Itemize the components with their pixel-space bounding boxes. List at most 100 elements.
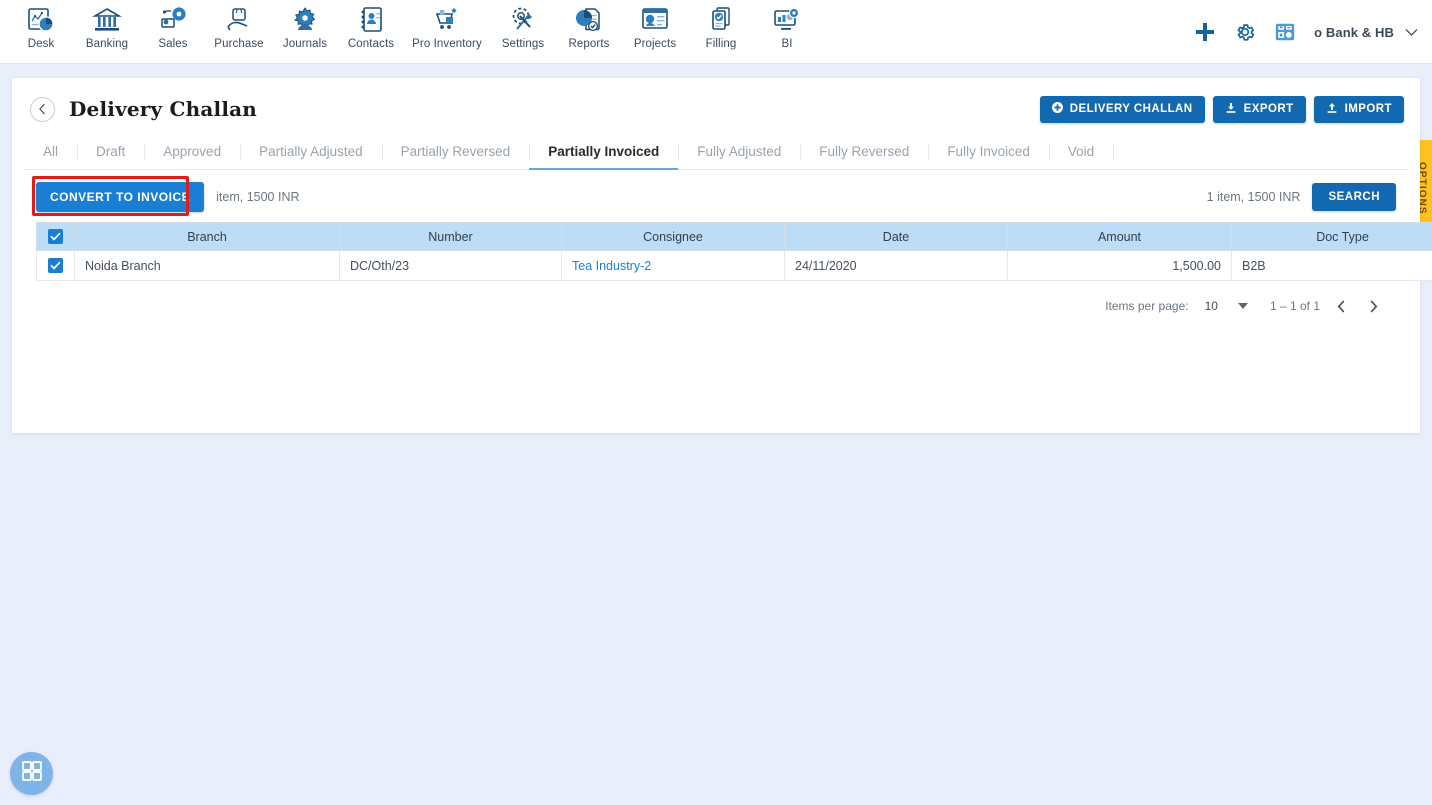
settings-icon [508,5,538,35]
card-header: Delivery Challan DELIVERY CHALLAN EXPORT… [12,78,1420,134]
button-label: DELIVERY CHALLAN [1069,103,1193,115]
sales-icon [158,5,188,35]
purchase-icon [224,5,254,35]
nav-item-banking[interactable]: Banking [74,0,140,50]
nav-item-purchase[interactable]: Purchase [206,0,272,50]
table-row[interactable]: Noida Branch DC/Oth/23 Tea Industry-2 24… [36,250,1432,281]
download-icon [1225,102,1237,117]
items-per-page-value[interactable]: 10 [1205,299,1218,313]
filling-icon [706,5,736,35]
column-header-date[interactable]: Date [784,222,1008,251]
button-label: IMPORT [1344,103,1392,115]
tab-label: Fully Invoiced [947,144,1030,159]
inventory-icon [432,5,462,35]
page-wrapper: OPTIONS Delivery Challan DELIVERY CHALLA… [0,64,1432,433]
tab-void[interactable]: Void [1048,134,1113,169]
top-navigation-bar: Desk Banking Sales Purchase Journals Con… [0,0,1432,64]
delivery-challan-table: Branch Number Consignee Date Amount Doc … [36,222,1432,281]
tab-draft[interactable]: Draft [77,134,144,169]
user-name-label: o Bank & HB [1314,24,1394,40]
tab-divider [1113,142,1115,161]
tab-fully-reversed[interactable]: Fully Reversed [800,134,928,169]
nav-item-pro-inventory[interactable]: Pro Inventory [404,0,490,50]
back-button[interactable] [30,96,55,122]
chevron-down-icon[interactable] [1237,303,1248,309]
items-per-page-label: Items per page: [1105,299,1189,313]
user-menu[interactable]: o Bank & HB [1314,25,1418,40]
projects-icon [640,5,670,35]
tab-label: Partially Reversed [400,144,511,159]
tab-label: Fully Reversed [819,144,910,159]
nav-item-reports[interactable]: Reports [556,0,622,50]
chevron-down-icon [1405,25,1418,40]
nav-item-bi[interactable]: BI [754,0,820,50]
tab-partially-reversed[interactable]: Partially Reversed [381,134,530,169]
bank-icon [92,5,122,35]
column-header-number[interactable]: Number [339,222,562,251]
list-toolbar: CONVERT TO INVOICE item, 1500 INR 1 item… [12,170,1420,222]
import-button[interactable]: IMPORT [1313,95,1404,123]
contacts-icon [356,5,386,35]
new-delivery-challan-button[interactable]: DELIVERY CHALLAN [1039,95,1205,123]
row-select-cell [36,250,75,281]
nav-label: Settings [501,38,545,50]
tab-partially-adjusted[interactable]: Partially Adjusted [240,134,382,169]
reports-icon [574,5,604,35]
tab-fully-invoiced[interactable]: Fully Invoiced [928,134,1049,169]
page-title: Delivery Challan [69,97,258,121]
convert-to-invoice-button[interactable]: CONVERT TO INVOICE [36,182,205,212]
tab-partially-invoiced[interactable]: Partially Invoiced [529,134,679,170]
grid-apps-icon [21,760,43,787]
column-header-branch[interactable]: Branch [74,222,340,251]
nav-label: Sales [158,38,188,50]
tab-fully-adjusted[interactable]: Fully Adjusted [678,134,800,169]
cell-doc-type: B2B [1231,250,1432,281]
table-header-row: Branch Number Consignee Date Amount Doc … [36,222,1432,251]
journals-icon [290,5,320,35]
nav-label: Desk [27,38,55,50]
gear-icon[interactable] [1234,21,1256,43]
tab-all[interactable]: All [24,134,77,169]
next-page-button[interactable] [1362,295,1384,317]
column-header-doc-type[interactable]: Doc Type [1231,222,1432,251]
select-all-cell [36,222,75,251]
column-header-amount[interactable]: Amount [1007,222,1232,251]
calculator-icon[interactable] [1274,21,1296,43]
tab-label: Partially Invoiced [548,144,660,159]
row-checkbox[interactable] [48,258,63,274]
header-actions: DELIVERY CHALLAN EXPORT IMPORT [1039,95,1404,123]
tab-label: Draft [96,144,126,159]
selection-summary-right: 1 item, 1500 INR [1206,190,1301,204]
search-button[interactable]: SEARCH [1312,183,1396,211]
apps-launcher-button[interactable] [10,752,53,795]
nav-items: Desk Banking Sales Purchase Journals Con… [8,0,820,50]
tab-label: Void [1067,144,1095,159]
cell-number: DC/Oth/23 [339,250,562,281]
nav-label: Contacts [347,38,395,50]
nav-item-desk[interactable]: Desk [8,0,74,50]
nav-item-sales[interactable]: Sales [140,0,206,50]
previous-page-button[interactable] [1330,295,1352,317]
topnav-right-actions: o Bank & HB [1194,0,1418,64]
nav-label: Pro Inventory [412,38,482,50]
nav-label: Banking [85,38,129,50]
cell-consignee: Tea Industry-2 [561,250,785,281]
nav-item-journals[interactable]: Journals [272,0,338,50]
tab-label: Partially Adjusted [259,144,363,159]
paginator: Items per page: 10 1 – 1 of 1 [12,281,1420,317]
nav-item-filling[interactable]: Filling [688,0,754,50]
nav-item-settings[interactable]: Settings [490,0,556,50]
column-header-consignee[interactable]: Consignee [561,222,785,251]
export-button[interactable]: EXPORT [1212,95,1306,123]
dashboard-icon [26,5,56,35]
select-all-checkbox[interactable] [48,229,63,245]
cell-branch: Noida Branch [74,250,340,281]
tab-approved[interactable]: Approved [144,134,240,169]
nav-item-contacts[interactable]: Contacts [338,0,404,50]
consignee-link[interactable]: Tea Industry-2 [572,259,651,273]
nav-item-projects[interactable]: Projects [622,0,688,50]
nav-label: Filling [705,38,737,50]
plus-icon[interactable] [1194,21,1216,43]
cell-date: 24/11/2020 [784,250,1008,281]
tab-label: Fully Adjusted [697,144,782,159]
